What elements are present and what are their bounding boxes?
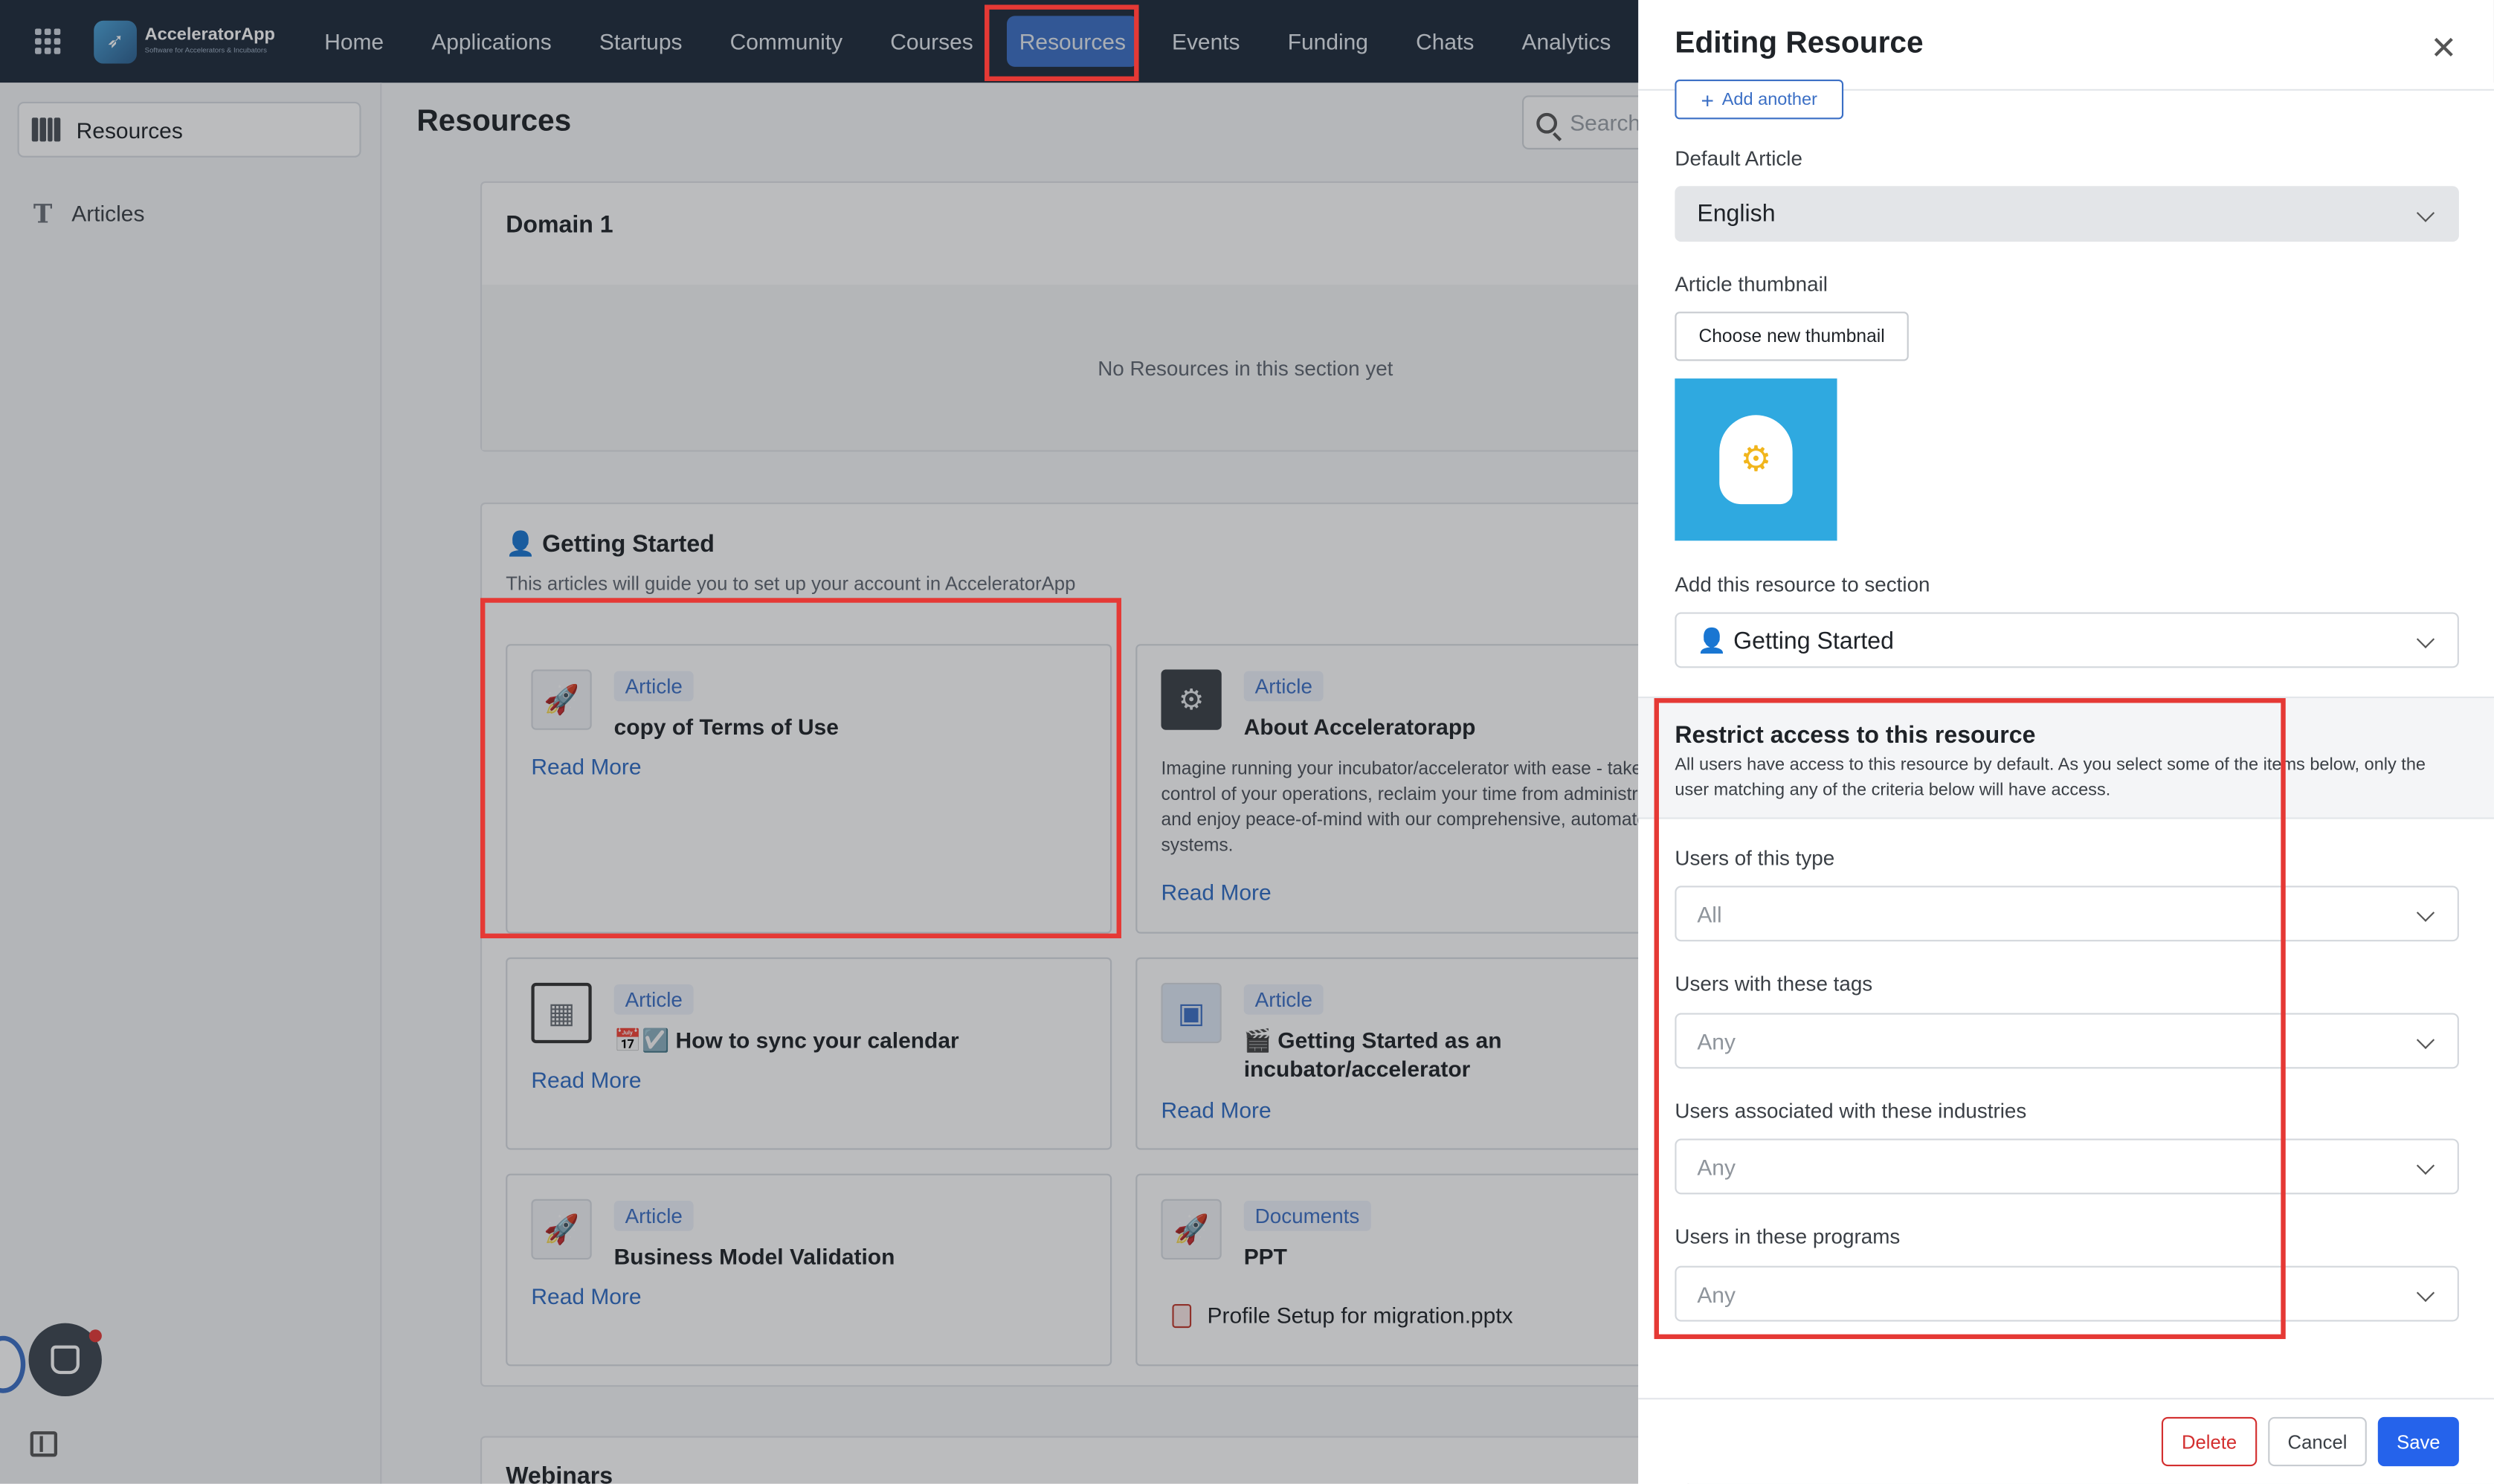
close-icon[interactable]: ✕: [2430, 29, 2457, 68]
chevron-down-icon: [2416, 1283, 2435, 1303]
section-select[interactable]: 👤 Getting Started: [1675, 612, 2459, 668]
cancel-button[interactable]: Cancel: [2268, 1416, 2367, 1467]
annotation-box-nav: [985, 4, 1139, 82]
article-thumbnail-image: ⚙: [1675, 378, 1837, 541]
panel-header: Editing Resource ✕: [1638, 0, 2494, 91]
chevron-down-icon: [2416, 1156, 2435, 1175]
add-another-button[interactable]: + Add another: [1675, 79, 1844, 120]
choose-thumbnail-button[interactable]: Choose new thumbnail: [1675, 312, 1909, 361]
chevron-down-icon: [2416, 630, 2435, 648]
default-article-value: English: [1697, 200, 1776, 228]
plus-icon: +: [1701, 86, 1715, 112]
default-article-select[interactable]: English: [1675, 186, 2459, 242]
head-gears-icon: ⚙: [1719, 415, 1793, 505]
section-label: Add this resource to section: [1675, 572, 1930, 597]
chevron-down-icon: [2416, 204, 2435, 222]
chevron-down-icon: [2416, 1030, 2435, 1050]
save-button[interactable]: Save: [2377, 1416, 2459, 1467]
default-article-label: Default Article: [1675, 146, 1802, 170]
chevron-down-icon: [2416, 903, 2435, 922]
annotation-box-card: [480, 598, 1121, 939]
gear-icon: ⚙: [1740, 439, 1772, 479]
panel-title: Editing Resource: [1675, 27, 1924, 61]
section-value: 👤 Getting Started: [1697, 627, 1895, 655]
panel-footer: Delete Cancel Save: [1638, 1398, 2494, 1484]
thumbnail-label: Article thumbnail: [1675, 271, 1828, 296]
delete-button[interactable]: Delete: [2161, 1416, 2258, 1467]
add-another-label: Add another: [1721, 89, 1817, 109]
annotation-box-restrict: [1654, 698, 2286, 1340]
